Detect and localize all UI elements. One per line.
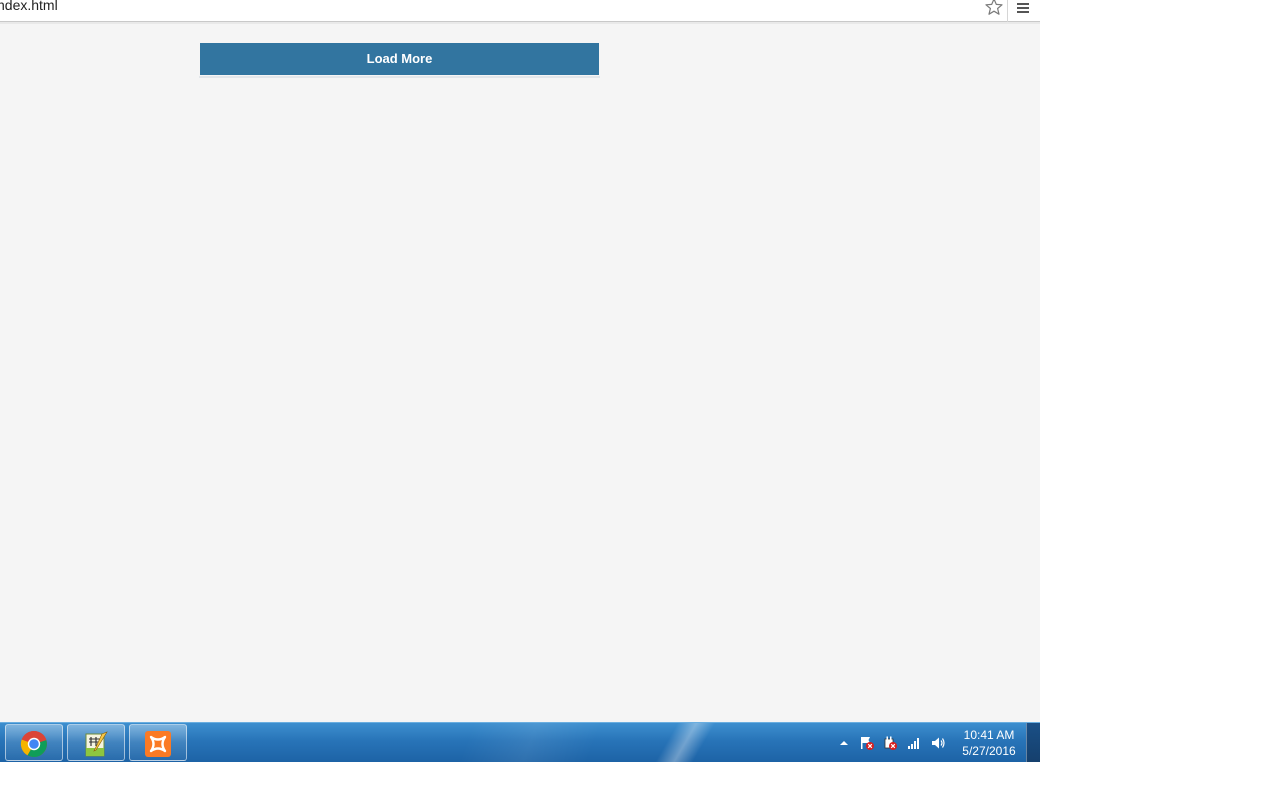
- action-center-flag-icon[interactable]: [859, 735, 875, 751]
- volume-icon[interactable]: [930, 735, 946, 751]
- taskbar-notepad-button[interactable]: [67, 724, 125, 761]
- taskbar-glare: [640, 723, 730, 762]
- show-desktop-button[interactable]: [1026, 723, 1040, 762]
- network-signal-icon[interactable]: [906, 735, 922, 751]
- clock-time: 10:41 AM: [963, 728, 1015, 742]
- taskbar-chrome-button[interactable]: [5, 724, 63, 761]
- chrome-icon: [20, 730, 47, 758]
- show-hidden-icons-arrow-icon[interactable]: [836, 735, 852, 751]
- load-more-button[interactable]: Load More: [200, 43, 599, 75]
- xampp-icon: [145, 731, 171, 757]
- system-tray: [834, 723, 954, 761]
- notepad-edit-icon: [85, 731, 108, 757]
- taskbar-clock[interactable]: 10:41 AM 5/27/2016: [957, 727, 1021, 759]
- toolbar-bottom-border: [0, 22, 1040, 24]
- windows-taskbar: 10:41 AM 5/27/2016: [0, 722, 1040, 762]
- browser-window: ndex.html Load More 10:41 AM 5/27/2016: [0, 0, 1040, 762]
- bookmark-star-icon[interactable]: [984, 0, 1004, 17]
- taskbar-sheen: [380, 723, 680, 762]
- address-bar[interactable]: ndex.html: [0, 0, 1040, 22]
- toolbar-divider: [1007, 0, 1008, 22]
- load-more-container: Load More: [199, 42, 600, 78]
- hamburger-menu-icon[interactable]: [1016, 1, 1030, 15]
- url-text[interactable]: ndex.html: [0, 0, 58, 13]
- power-plug-icon[interactable]: [882, 735, 898, 751]
- taskbar-xampp-button[interactable]: [129, 724, 187, 761]
- clock-date: 5/27/2016: [962, 744, 1016, 758]
